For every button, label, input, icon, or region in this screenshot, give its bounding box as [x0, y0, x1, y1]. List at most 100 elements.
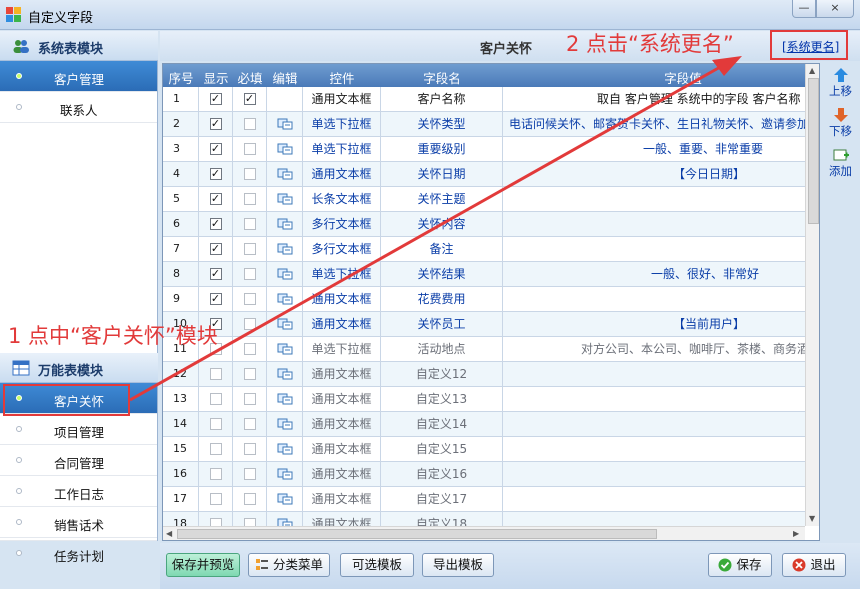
edit-icon[interactable]: [277, 493, 293, 505]
field-name[interactable]: 自定义13: [381, 387, 503, 411]
scroll-down-arrow-icon[interactable]: ▼: [809, 514, 815, 523]
add-button[interactable]: 添加: [823, 145, 858, 185]
required-checkbox[interactable]: [243, 517, 256, 526]
control-type[interactable]: 通用文本框: [303, 462, 381, 486]
edit-icon[interactable]: [277, 443, 293, 455]
required-checkbox[interactable]: [243, 467, 256, 480]
field-name[interactable]: 关怀内容: [381, 212, 503, 236]
control-type[interactable]: 单选下拉框: [303, 262, 381, 286]
field-name[interactable]: 关怀结果: [381, 262, 503, 286]
show-checkbox[interactable]: [209, 517, 222, 526]
required-checkbox[interactable]: [243, 367, 256, 380]
control-type[interactable]: 多行文本框: [303, 237, 381, 261]
field-name[interactable]: 备注: [381, 237, 503, 261]
scroll-right-arrow-icon[interactable]: ▶: [793, 529, 799, 538]
field-name[interactable]: 自定义12: [381, 362, 503, 386]
scroll-thumb[interactable]: [177, 529, 657, 539]
export-template-button[interactable]: 导出模板: [422, 553, 494, 577]
control-type[interactable]: 长条文本框: [303, 187, 381, 211]
edit-icon[interactable]: [277, 418, 293, 430]
save-and-preview-button[interactable]: 保存并预览: [166, 553, 240, 577]
control-type[interactable]: 通用文本框: [303, 362, 381, 386]
table-row[interactable]: 3 ✓ 单选下拉框 重要级别 一般、重要、非常重要: [163, 137, 805, 162]
field-name[interactable]: 关怀类型: [381, 112, 503, 136]
required-checkbox[interactable]: [243, 267, 256, 280]
field-value[interactable]: 【今日日期】: [503, 162, 805, 186]
optional-templates-button[interactable]: 可选模板: [340, 553, 414, 577]
field-value[interactable]: [503, 412, 805, 436]
scroll-left-arrow-icon[interactable]: ◀: [166, 529, 172, 538]
sidebar-item-contract-management[interactable]: 合同管理: [0, 445, 157, 476]
required-checkbox[interactable]: [243, 417, 256, 430]
edit-icon[interactable]: [277, 218, 293, 230]
group-header-universal-tables[interactable]: 万能表模块: [0, 353, 158, 383]
move-down-button[interactable]: 下移: [823, 105, 858, 145]
required-checkbox[interactable]: [243, 117, 256, 130]
required-checkbox[interactable]: [243, 192, 256, 205]
save-button[interactable]: 保存: [708, 553, 772, 577]
show-checkbox[interactable]: [209, 467, 222, 480]
control-type[interactable]: 通用文本框: [303, 387, 381, 411]
control-type[interactable]: 单选下拉框: [303, 337, 381, 361]
field-value[interactable]: [503, 362, 805, 386]
sidebar-item-project-management[interactable]: 项目管理: [0, 414, 157, 445]
table-row[interactable]: 4 ✓ 通用文本框 关怀日期 【今日日期】: [163, 162, 805, 187]
table-row[interactable]: 18 通用文本框 自定义18: [163, 512, 805, 526]
field-value[interactable]: 一般、重要、非常重要: [503, 137, 805, 161]
table-row[interactable]: 12 通用文本框 自定义12: [163, 362, 805, 387]
show-checkbox[interactable]: [209, 492, 222, 505]
table-row[interactable]: 17 通用文本框 自定义17: [163, 487, 805, 512]
control-type[interactable]: 通用文本框: [303, 312, 381, 336]
show-checkbox[interactable]: ✓: [209, 92, 222, 105]
show-checkbox[interactable]: ✓: [209, 217, 222, 230]
exit-button[interactable]: 退出: [782, 553, 846, 577]
scroll-thumb[interactable]: [808, 78, 819, 224]
show-checkbox[interactable]: ✓: [209, 167, 222, 180]
edit-icon[interactable]: [277, 393, 293, 405]
required-checkbox[interactable]: [243, 492, 256, 505]
field-value[interactable]: [503, 462, 805, 486]
required-checkbox[interactable]: [243, 292, 256, 305]
edit-icon[interactable]: [277, 143, 293, 155]
field-value[interactable]: [503, 387, 805, 411]
control-type[interactable]: 多行文本框: [303, 212, 381, 236]
table-row[interactable]: 14 通用文本框 自定义14: [163, 412, 805, 437]
edit-icon[interactable]: [277, 318, 293, 330]
column-header-show[interactable]: 显示: [199, 68, 233, 87]
show-checkbox[interactable]: [209, 367, 222, 380]
control-type[interactable]: 单选下拉框: [303, 112, 381, 136]
field-name[interactable]: 重要级别: [381, 137, 503, 161]
close-button[interactable]: ×: [816, 0, 854, 18]
edit-icon[interactable]: [277, 518, 293, 527]
table-row[interactable]: 5 ✓ 长条文本框 关怀主题: [163, 187, 805, 212]
vertical-scrollbar[interactable]: ▲ ▼: [805, 64, 819, 526]
field-value[interactable]: 一般、很好、非常好: [503, 262, 805, 286]
scroll-up-arrow-icon[interactable]: ▲: [809, 66, 815, 75]
table-row[interactable]: 1 ✓ ✓ 通用文本框 客户名称 取自 客户管理 系统中的字段 客户名称: [163, 87, 805, 112]
required-checkbox[interactable]: [243, 317, 256, 330]
edit-icon[interactable]: [277, 243, 293, 255]
required-checkbox[interactable]: [243, 142, 256, 155]
edit-icon[interactable]: [277, 368, 293, 380]
control-type[interactable]: 通用文本框: [303, 87, 381, 111]
field-value[interactable]: [503, 437, 805, 461]
show-checkbox[interactable]: ✓: [209, 267, 222, 280]
column-header-no[interactable]: 序号: [163, 68, 199, 87]
required-checkbox[interactable]: [243, 167, 256, 180]
edit-icon[interactable]: [277, 168, 293, 180]
field-name[interactable]: 关怀员工: [381, 312, 503, 336]
sidebar-item-task-plan[interactable]: 任务计划: [0, 538, 157, 564]
edit-icon[interactable]: [277, 343, 293, 355]
show-checkbox[interactable]: ✓: [209, 117, 222, 130]
show-checkbox[interactable]: ✓: [209, 142, 222, 155]
table-row[interactable]: 2 ✓ 单选下拉框 关怀类型 电话问候关怀、邮寄贺卡关怀、生日礼物关怀、邀请参加: [163, 112, 805, 137]
field-name[interactable]: 自定义17: [381, 487, 503, 511]
edit-icon[interactable]: [277, 118, 293, 130]
column-header-edit[interactable]: 编辑: [267, 68, 303, 87]
sidebar-item-work-log[interactable]: 工作日志: [0, 476, 157, 507]
sidebar-item-sales-scripts[interactable]: 销售话术: [0, 507, 157, 538]
column-header-control[interactable]: 控件: [303, 68, 381, 87]
edit-icon[interactable]: [277, 468, 293, 480]
field-name[interactable]: 自定义14: [381, 412, 503, 436]
required-checkbox[interactable]: [243, 392, 256, 405]
